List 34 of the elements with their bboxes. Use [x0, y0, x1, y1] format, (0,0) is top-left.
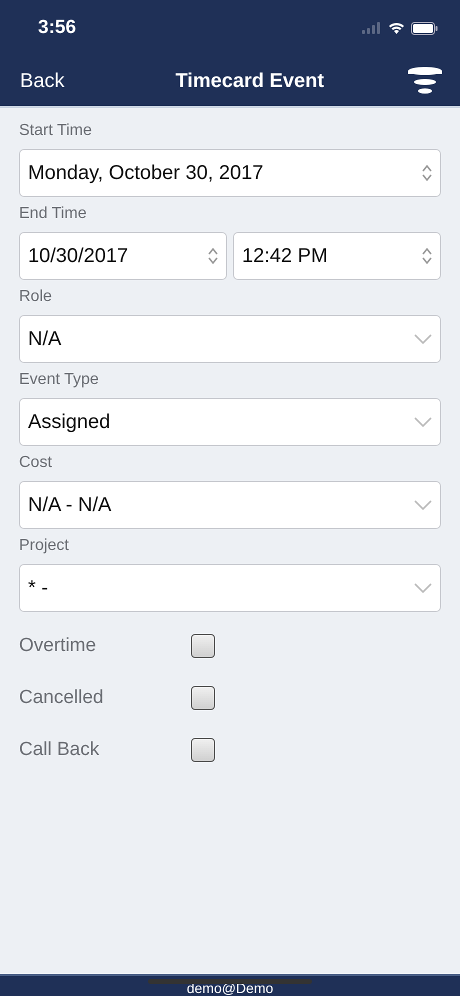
checkbox[interactable] [191, 686, 215, 710]
checkbox-label: Overtime [19, 635, 98, 657]
picker-field[interactable]: 12:42 PM [233, 232, 441, 280]
wifi-icon [388, 22, 405, 34]
chevron-down-icon [414, 500, 432, 510]
field-label: Project [19, 537, 70, 555]
field-label: Cost [19, 454, 53, 472]
chevron-down-icon [414, 583, 432, 593]
funnel-icon[interactable] [407, 66, 443, 96]
field-label: Start Time [19, 122, 93, 140]
picker-field[interactable]: Monday, October 30, 2017 [19, 149, 441, 197]
up-down-icon [208, 247, 218, 265]
dropdown-field[interactable]: N/A - N/A [19, 481, 441, 529]
chevron-down-icon [414, 417, 432, 427]
checkbox[interactable] [191, 738, 215, 762]
status-time: 3:56 [38, 17, 76, 39]
field-label: Event Type [19, 371, 100, 389]
field-label: End Time [19, 205, 88, 223]
picker-field[interactable]: 10/30/2017 [19, 232, 227, 280]
chevron-down-icon [414, 334, 432, 344]
checkbox-label: Call Back [19, 739, 100, 761]
dropdown-field[interactable]: Assigned [19, 398, 441, 446]
field-label: Role [19, 288, 53, 306]
dropdown-field[interactable]: N/A [19, 315, 441, 363]
checkbox[interactable] [191, 634, 215, 658]
checkbox-label: Cancelled [19, 687, 104, 709]
screen-title: Timecard Event [175, 70, 324, 92]
up-down-icon [422, 247, 432, 265]
signal-icon [362, 22, 382, 34]
battery-icon [411, 22, 438, 34]
user-label: demo@Demo [186, 981, 274, 996]
up-down-icon [422, 164, 432, 182]
dropdown-field[interactable]: * - [19, 564, 441, 612]
back-button[interactable]: Back [20, 70, 64, 92]
